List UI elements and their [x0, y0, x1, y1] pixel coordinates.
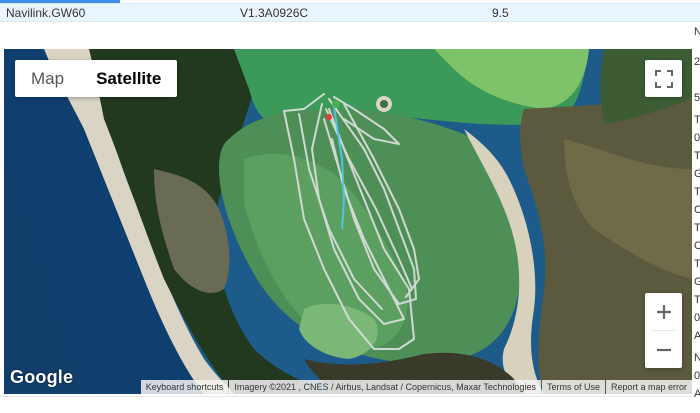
right-strip-char: 5 — [694, 92, 700, 104]
map-view[interactable]: Map Satellite Google Keyboard shortcuts … — [4, 49, 692, 394]
zoom-out-button[interactable] — [645, 331, 682, 368]
fullscreen-button[interactable] — [645, 60, 682, 97]
right-strip-char: T — [694, 186, 700, 198]
right-strip-char: 0 — [694, 370, 700, 382]
right-strip-char: A — [694, 330, 700, 342]
satellite-imagery — [4, 49, 692, 394]
right-strip-char: 2 — [694, 56, 700, 68]
keyboard-shortcuts-link[interactable]: Keyboard shortcuts — [140, 380, 229, 394]
right-strip-char: 0 — [694, 132, 700, 144]
right-strip-char: N — [694, 26, 700, 38]
divider-line — [0, 396, 692, 397]
right-strip-char: T — [694, 114, 700, 126]
right-strip-char: N — [694, 352, 700, 364]
zoom-control — [645, 293, 682, 368]
google-logo[interactable]: Google — [10, 367, 73, 388]
imagery-credit: Imagery ©2021 , CNES / Airbus, Landsat /… — [229, 380, 541, 394]
map-type-satellite-button[interactable]: Satellite — [80, 60, 177, 97]
right-strip-char: A — [694, 388, 700, 400]
right-strip-char: G — [694, 168, 700, 180]
device-info-row: Navilink.GW60 V1.3A0926C 9.5 — [0, 3, 700, 22]
right-side-text-column: N 2 5 T 0 T G T C T C T G T 0 A N 0 A — [694, 24, 700, 413]
right-strip-char: T — [694, 150, 700, 162]
right-strip-char: T — [694, 222, 700, 234]
minus-icon — [656, 348, 671, 351]
device-name: Navilink.GW60 — [6, 6, 86, 20]
fullscreen-icon — [654, 69, 673, 88]
map-type-map-button[interactable]: Map — [15, 60, 80, 97]
plus-icon — [656, 304, 671, 319]
map-attribution: Keyboard shortcuts Imagery ©2021 , CNES … — [140, 380, 692, 394]
firmware-version: V1.3A0926C — [240, 6, 309, 20]
right-strip-char: C — [694, 240, 700, 252]
zoom-in-button[interactable] — [645, 293, 682, 330]
right-strip-char: C — [694, 204, 700, 216]
device-value: 9.5 — [492, 6, 509, 20]
right-strip-char: T — [694, 258, 700, 270]
map-type-control: Map Satellite — [15, 60, 178, 97]
report-map-error-link[interactable]: Report a map error — [605, 380, 692, 394]
right-strip-char: T — [694, 294, 700, 306]
right-strip-char: 0 — [694, 312, 700, 324]
terms-of-use-link[interactable]: Terms of Use — [541, 380, 605, 394]
right-strip-char: G — [694, 276, 700, 288]
